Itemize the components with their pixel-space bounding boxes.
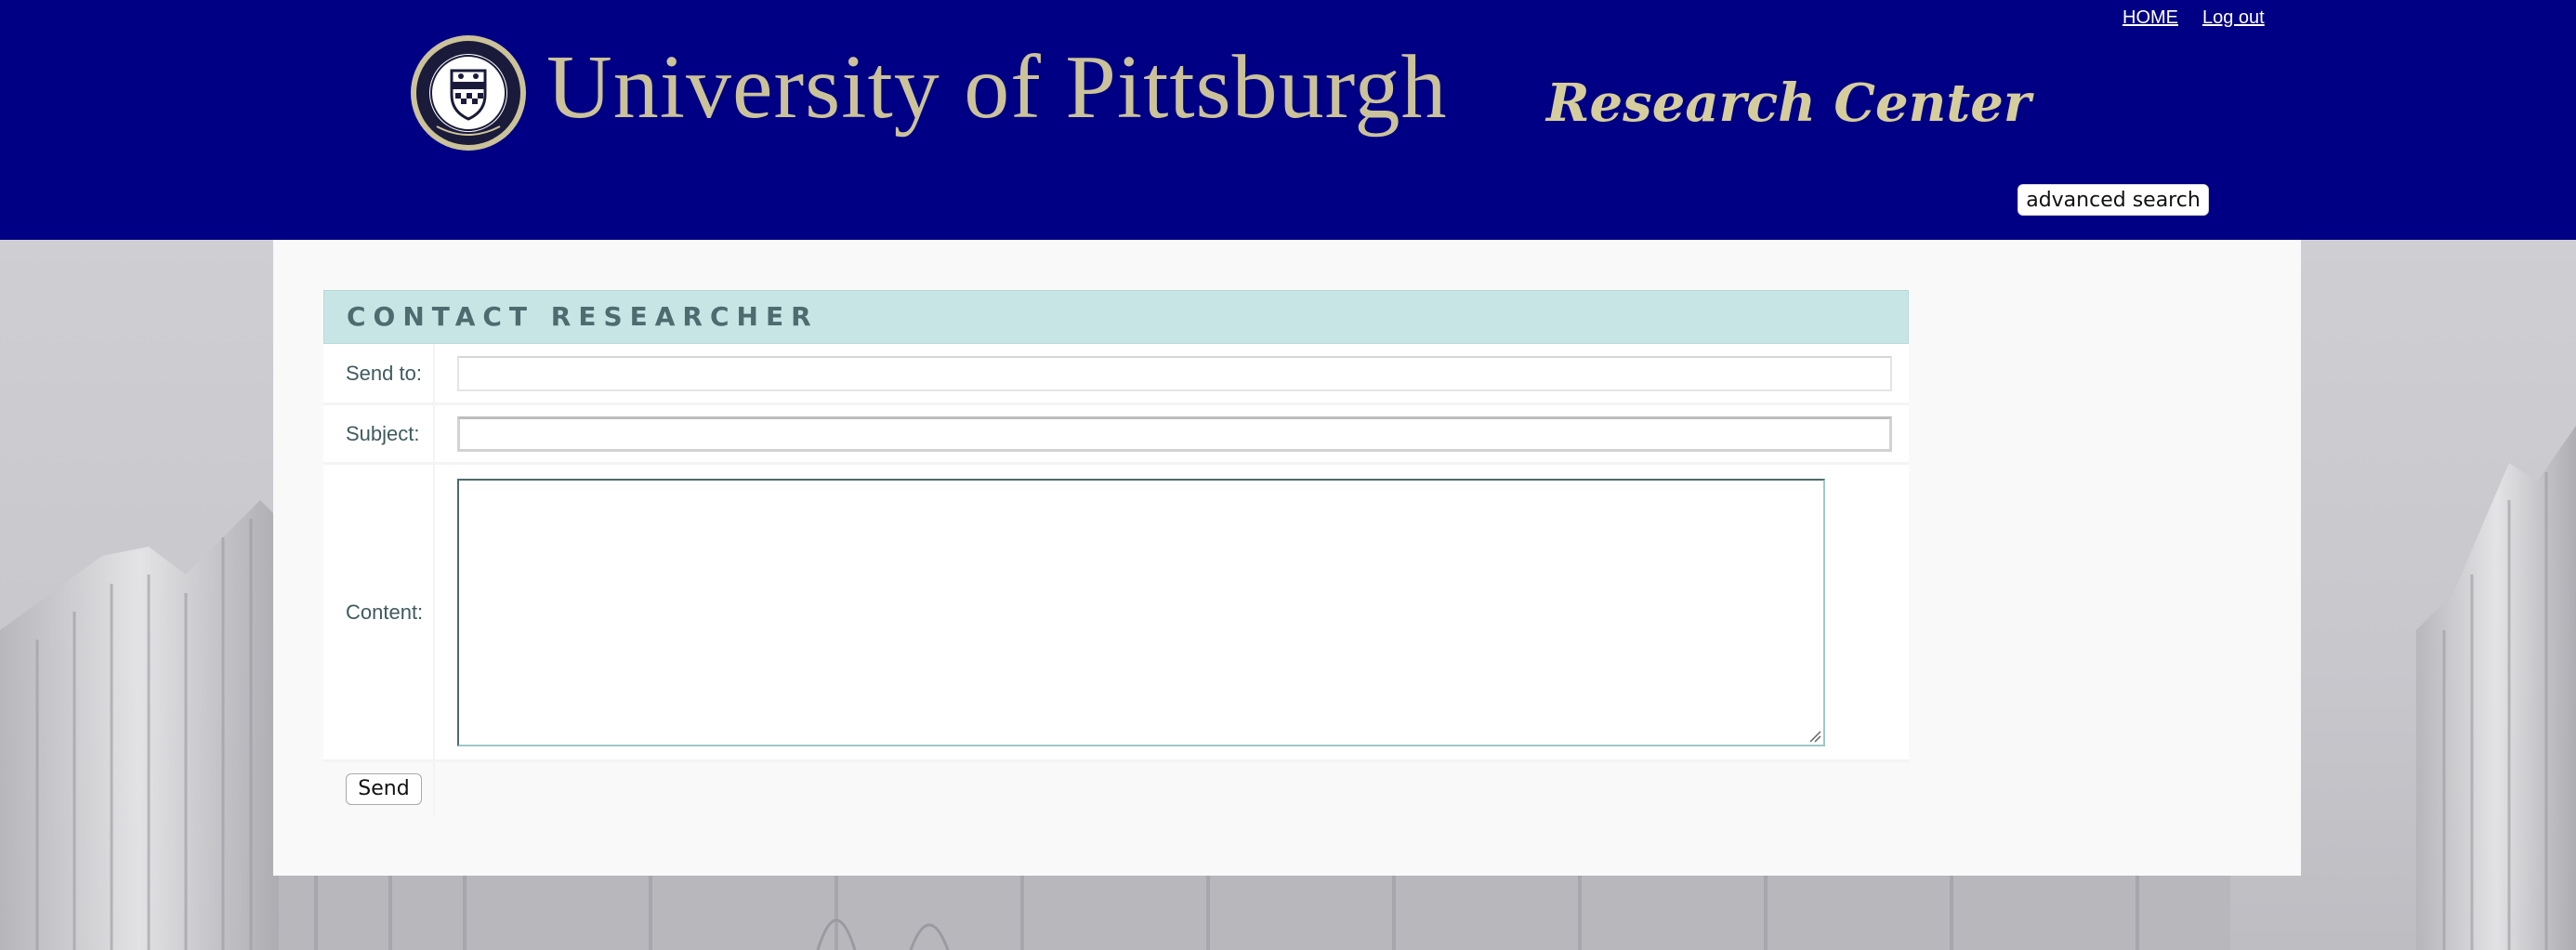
resize-handle-icon[interactable] <box>1808 730 1821 743</box>
content-panel: CONTACT RESEARCHER Send to: Subject: Con… <box>273 240 2301 876</box>
form-title: CONTACT RESEARCHER <box>323 290 1909 344</box>
send-to-row: Send to: <box>323 344 1909 405</box>
university-name: University of Pittsburgh <box>546 37 1448 138</box>
site-header: University of Pittsburgh Research Center… <box>0 0 2576 240</box>
logout-link[interactable]: Log out <box>2202 7 2265 28</box>
contact-researcher-form: CONTACT RESEARCHER Send to: Subject: Con… <box>323 290 1909 816</box>
content-cell <box>435 465 1909 759</box>
content-textarea[interactable] <box>457 478 1825 746</box>
send-row: Send <box>323 762 1909 816</box>
site-title: Research Center <box>1546 73 2031 134</box>
send-to-label: Send to: <box>323 344 435 402</box>
content-row: Content: <box>323 465 1909 762</box>
top-nav: HOME Log out <box>2123 7 2289 29</box>
subject-input[interactable] <box>457 416 1892 452</box>
subject-label: Subject: <box>323 405 435 462</box>
subject-cell <box>435 405 1909 462</box>
send-to-input[interactable] <box>457 355 1892 391</box>
subject-row: Subject: <box>323 405 1909 465</box>
university-seal-logo <box>411 35 526 151</box>
home-link[interactable]: HOME <box>2123 7 2178 28</box>
send-cell: Send <box>323 762 435 816</box>
content-label: Content: <box>323 465 435 759</box>
send-row-empty-cell <box>435 762 1909 816</box>
send-to-cell <box>435 344 1909 402</box>
send-button[interactable]: Send <box>346 773 422 805</box>
advanced-search-button[interactable]: advanced search <box>2017 184 2209 216</box>
